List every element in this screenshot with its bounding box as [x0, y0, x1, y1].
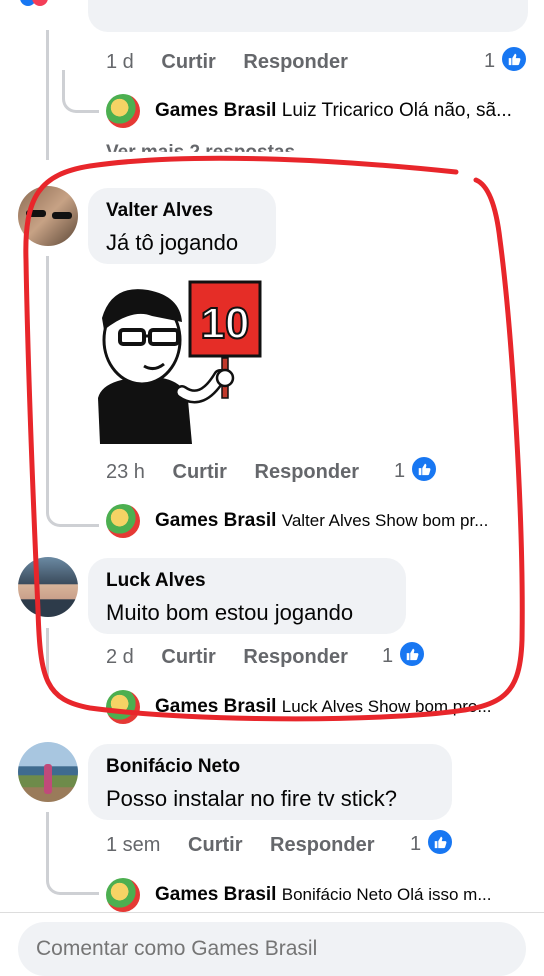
like-button[interactable]: Curtir — [161, 51, 215, 73]
comment-age: 2 d — [106, 646, 134, 668]
games-brasil-avatar-icon[interactable] — [106, 504, 140, 538]
reply-author: Games Brasil — [155, 696, 277, 717]
thread-elbow — [46, 488, 99, 527]
comment-actions: 23 h Curtir Responder — [106, 461, 381, 484]
reply-button[interactable]: Responder — [243, 51, 347, 73]
reply-text: Luck Alves Show bom pro... — [281, 697, 492, 716]
like-button[interactable]: Curtir — [188, 834, 242, 856]
reply-text: Luiz Tricarico Olá não, sã... — [281, 100, 512, 121]
reply-author: Games Brasil — [155, 510, 277, 531]
comment-bubble: Bonifácio Neto Posso instalar no fire tv… — [88, 744, 452, 820]
thread-line — [46, 256, 49, 496]
reply-text: Bonifácio Neto Olá isso m... — [281, 885, 492, 904]
reply-author: Games Brasil — [155, 884, 277, 905]
comment-actions: 1 sem Curtir Responder — [106, 834, 397, 857]
like-count: 1 — [410, 833, 422, 855]
reply-button[interactable]: Responder — [243, 646, 347, 668]
games-brasil-avatar-icon[interactable] — [106, 94, 140, 128]
reply-author: Games Brasil — [155, 100, 277, 121]
avatar[interactable] — [18, 742, 78, 802]
thread-line — [46, 812, 49, 872]
comment-text: Posso instalar no fire tv stick? — [106, 786, 398, 811]
like-thumb-icon — [426, 828, 454, 856]
avatar[interactable] — [18, 557, 78, 617]
comment-author[interactable]: Bonifácio Neto — [106, 756, 240, 778]
games-brasil-avatar-icon[interactable] — [106, 690, 140, 724]
thread-elbow — [62, 70, 99, 113]
composer-divider — [0, 912, 544, 913]
reply-text: Valter Alves Show bom pr... — [281, 511, 489, 530]
like-thumb-icon — [410, 455, 438, 483]
comment-bubble: Valter Alves Já tô jogando — [88, 188, 276, 264]
like-button[interactable]: Curtir — [173, 461, 227, 483]
like-count: 1 — [382, 645, 394, 667]
avatar[interactable] — [18, 186, 78, 246]
comment-input[interactable] — [18, 922, 526, 976]
reply-preview[interactable]: Games Brasil Bonifácio Neto Olá isso m..… — [155, 884, 492, 906]
like-count: 1 — [484, 50, 496, 72]
reply-button[interactable]: Responder — [270, 834, 374, 856]
thread-elbow — [46, 864, 99, 895]
comment-actions: 2 d Curtir Responder — [106, 646, 370, 669]
top-comment-actions: 1 d Curtir Responder — [106, 51, 370, 74]
sticker-sign-text: 10 — [201, 299, 250, 348]
comment-age: 1 sem — [106, 834, 161, 856]
reply-preview[interactable]: Games Brasil Luiz Tricarico Olá não, sã.… — [155, 100, 512, 122]
comment-age: 1 d — [106, 51, 134, 73]
games-brasil-avatar-icon[interactable] — [106, 878, 140, 912]
sticker-10-sign-icon[interactable]: 10 — [92, 278, 264, 448]
thread-line — [46, 30, 49, 160]
like-thumb-icon — [398, 640, 426, 668]
comment-author[interactable]: Valter Alves — [106, 200, 213, 222]
reply-preview[interactable]: Games Brasil Valter Alves Show bom pr... — [155, 510, 488, 532]
like-count: 1 — [394, 460, 406, 482]
comment-age: 23 h — [106, 461, 145, 483]
reply-preview[interactable]: Games Brasil Luck Alves Show bom pro... — [155, 696, 492, 718]
comment-text: Já tô jogando — [106, 230, 239, 255]
thread-line — [46, 628, 49, 678]
comment-bubble: Luck Alves Muito bom estou jogando — [88, 558, 406, 634]
comment-text: Muito bom estou jogando — [106, 600, 354, 625]
more-replies-link[interactable]: Ver mais 2 respostas — [106, 142, 295, 152]
comment-author[interactable]: Luck Alves — [106, 570, 206, 592]
reaction-icons-partial — [20, 0, 70, 6]
reply-button[interactable]: Responder — [255, 461, 359, 483]
top-comment-bubble-partial — [88, 0, 528, 32]
like-thumb-icon — [500, 45, 528, 73]
like-button[interactable]: Curtir — [161, 646, 215, 668]
